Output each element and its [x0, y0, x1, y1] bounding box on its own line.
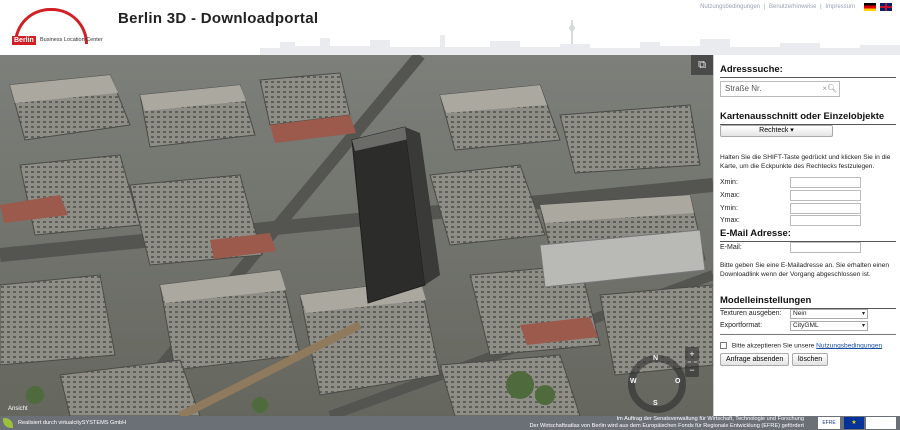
email-label: E-Mail: — [720, 244, 742, 251]
model-settings-heading: Modelleinstellungen — [720, 295, 896, 309]
footer-funding-line2: Der Wirtschaftsatlas von Berlin wird aus… — [529, 422, 804, 429]
ymin-label: Ymin: — [720, 205, 738, 212]
zoom-in-button[interactable]: + — [685, 347, 699, 361]
compass-north[interactable]: N — [653, 355, 658, 362]
selection-instructions: Halten Sie die SHIFT-Taste gedrückt und … — [720, 154, 891, 170]
terms-link[interactable]: Nutzungsbedingungen — [816, 342, 882, 349]
eu-fund-logo — [866, 417, 896, 429]
terms-text: Bitte akzeptieren Sie unsere — [731, 342, 815, 350]
compass-west[interactable]: W — [630, 378, 637, 385]
logo-subtitle: Business Location Center — [40, 37, 103, 43]
magnifier-icon[interactable]: 🔍︎ — [827, 84, 837, 93]
address-search-heading: Adresssuche: — [720, 64, 896, 78]
external-window-icon[interactable]: ⧉ — [691, 55, 713, 75]
footer-credit[interactable]: Realisiert durch virtualcitySYSTEMS GmbH — [18, 420, 126, 426]
address-search-placeholder: Straße Nr. — [725, 84, 762, 93]
compass-control[interactable]: N O S W — [628, 355, 686, 413]
compass-east[interactable]: O — [675, 378, 680, 385]
download-panel: Adresssuche: Straße Nr. × 🔍︎ Kartenaussc… — [713, 55, 900, 416]
zoom-out-button[interactable]: − — [685, 363, 699, 377]
map-credit: Ansicht — [8, 406, 28, 412]
xmin-input[interactable] — [790, 177, 861, 188]
textures-select[interactable]: Nein — [790, 309, 868, 319]
selection-mode-dropdown[interactable]: Rechteck ▾ — [720, 125, 833, 137]
zoom-control: + − — [680, 345, 704, 379]
link-separator: | — [763, 4, 766, 10]
leaf-icon — [3, 418, 13, 428]
german-flag-icon[interactable] — [864, 3, 876, 11]
email-field[interactable] — [790, 242, 861, 253]
submit-request-button[interactable]: Anfrage absenden — [720, 353, 790, 366]
city-rendering — [0, 55, 713, 416]
selection-heading: Kartenausschnitt oder Einzelobjekte — [720, 111, 896, 125]
skyline-graphic — [260, 20, 900, 55]
uk-flag-icon[interactable] — [880, 3, 892, 11]
page-header: Berlin Business Location Center Berlin 3… — [0, 0, 900, 55]
efre-logo: EFRE — [818, 417, 840, 429]
ymin-input[interactable] — [790, 203, 861, 214]
link-user-notes[interactable]: Benutzerhinweise — [769, 4, 816, 10]
link-separator: | — [820, 4, 822, 10]
divider — [720, 334, 896, 335]
logo-brand: Berlin — [12, 36, 36, 45]
email-heading: E-Mail Adresse: — [720, 228, 896, 242]
textures-label: Texturen ausgeben: — [720, 310, 782, 317]
3d-map-view[interactable]: ⧉ N O S W + − Ansicht — [0, 55, 713, 416]
page-footer: Realisiert durch virtualcitySYSTEMS GmbH… — [0, 416, 900, 430]
terms-agreement: Bitte akzeptieren Sie unsere Nutzungsbed… — [720, 342, 882, 349]
xmax-input[interactable] — [790, 190, 861, 201]
clear-form-button[interactable]: löschen — [792, 353, 829, 366]
address-search-input[interactable]: Straße Nr. × 🔍︎ — [720, 81, 840, 97]
terms-checkbox[interactable] — [720, 342, 727, 349]
page-title: Berlin 3D - Downloadportal — [118, 10, 319, 27]
export-format-label: Exportformat: — [720, 322, 763, 329]
link-terms[interactable]: Nutzungsbedingungen — [700, 4, 760, 10]
berlin-logo[interactable]: Berlin Business Location Center — [8, 4, 108, 48]
footer-funding: Im Auftrag der Senatsverwaltung für Wirt… — [529, 416, 804, 429]
ymax-label: Ymax: — [720, 217, 740, 224]
export-format-select[interactable]: CityGML — [790, 321, 868, 331]
xmin-label: Xmin: — [720, 179, 738, 186]
compass-south[interactable]: S — [653, 400, 658, 407]
xmax-label: Xmax: — [720, 192, 740, 199]
link-imprint[interactable]: Impressum — [825, 4, 855, 10]
eu-flag-icon: ★ — [844, 417, 864, 429]
ymax-input[interactable] — [790, 215, 861, 226]
top-links: Nutzungsbedingungen | Benutzerhinweise |… — [699, 4, 856, 10]
email-instructions: Bitte geben Sie eine E-Mailadresse an. S… — [720, 262, 889, 278]
